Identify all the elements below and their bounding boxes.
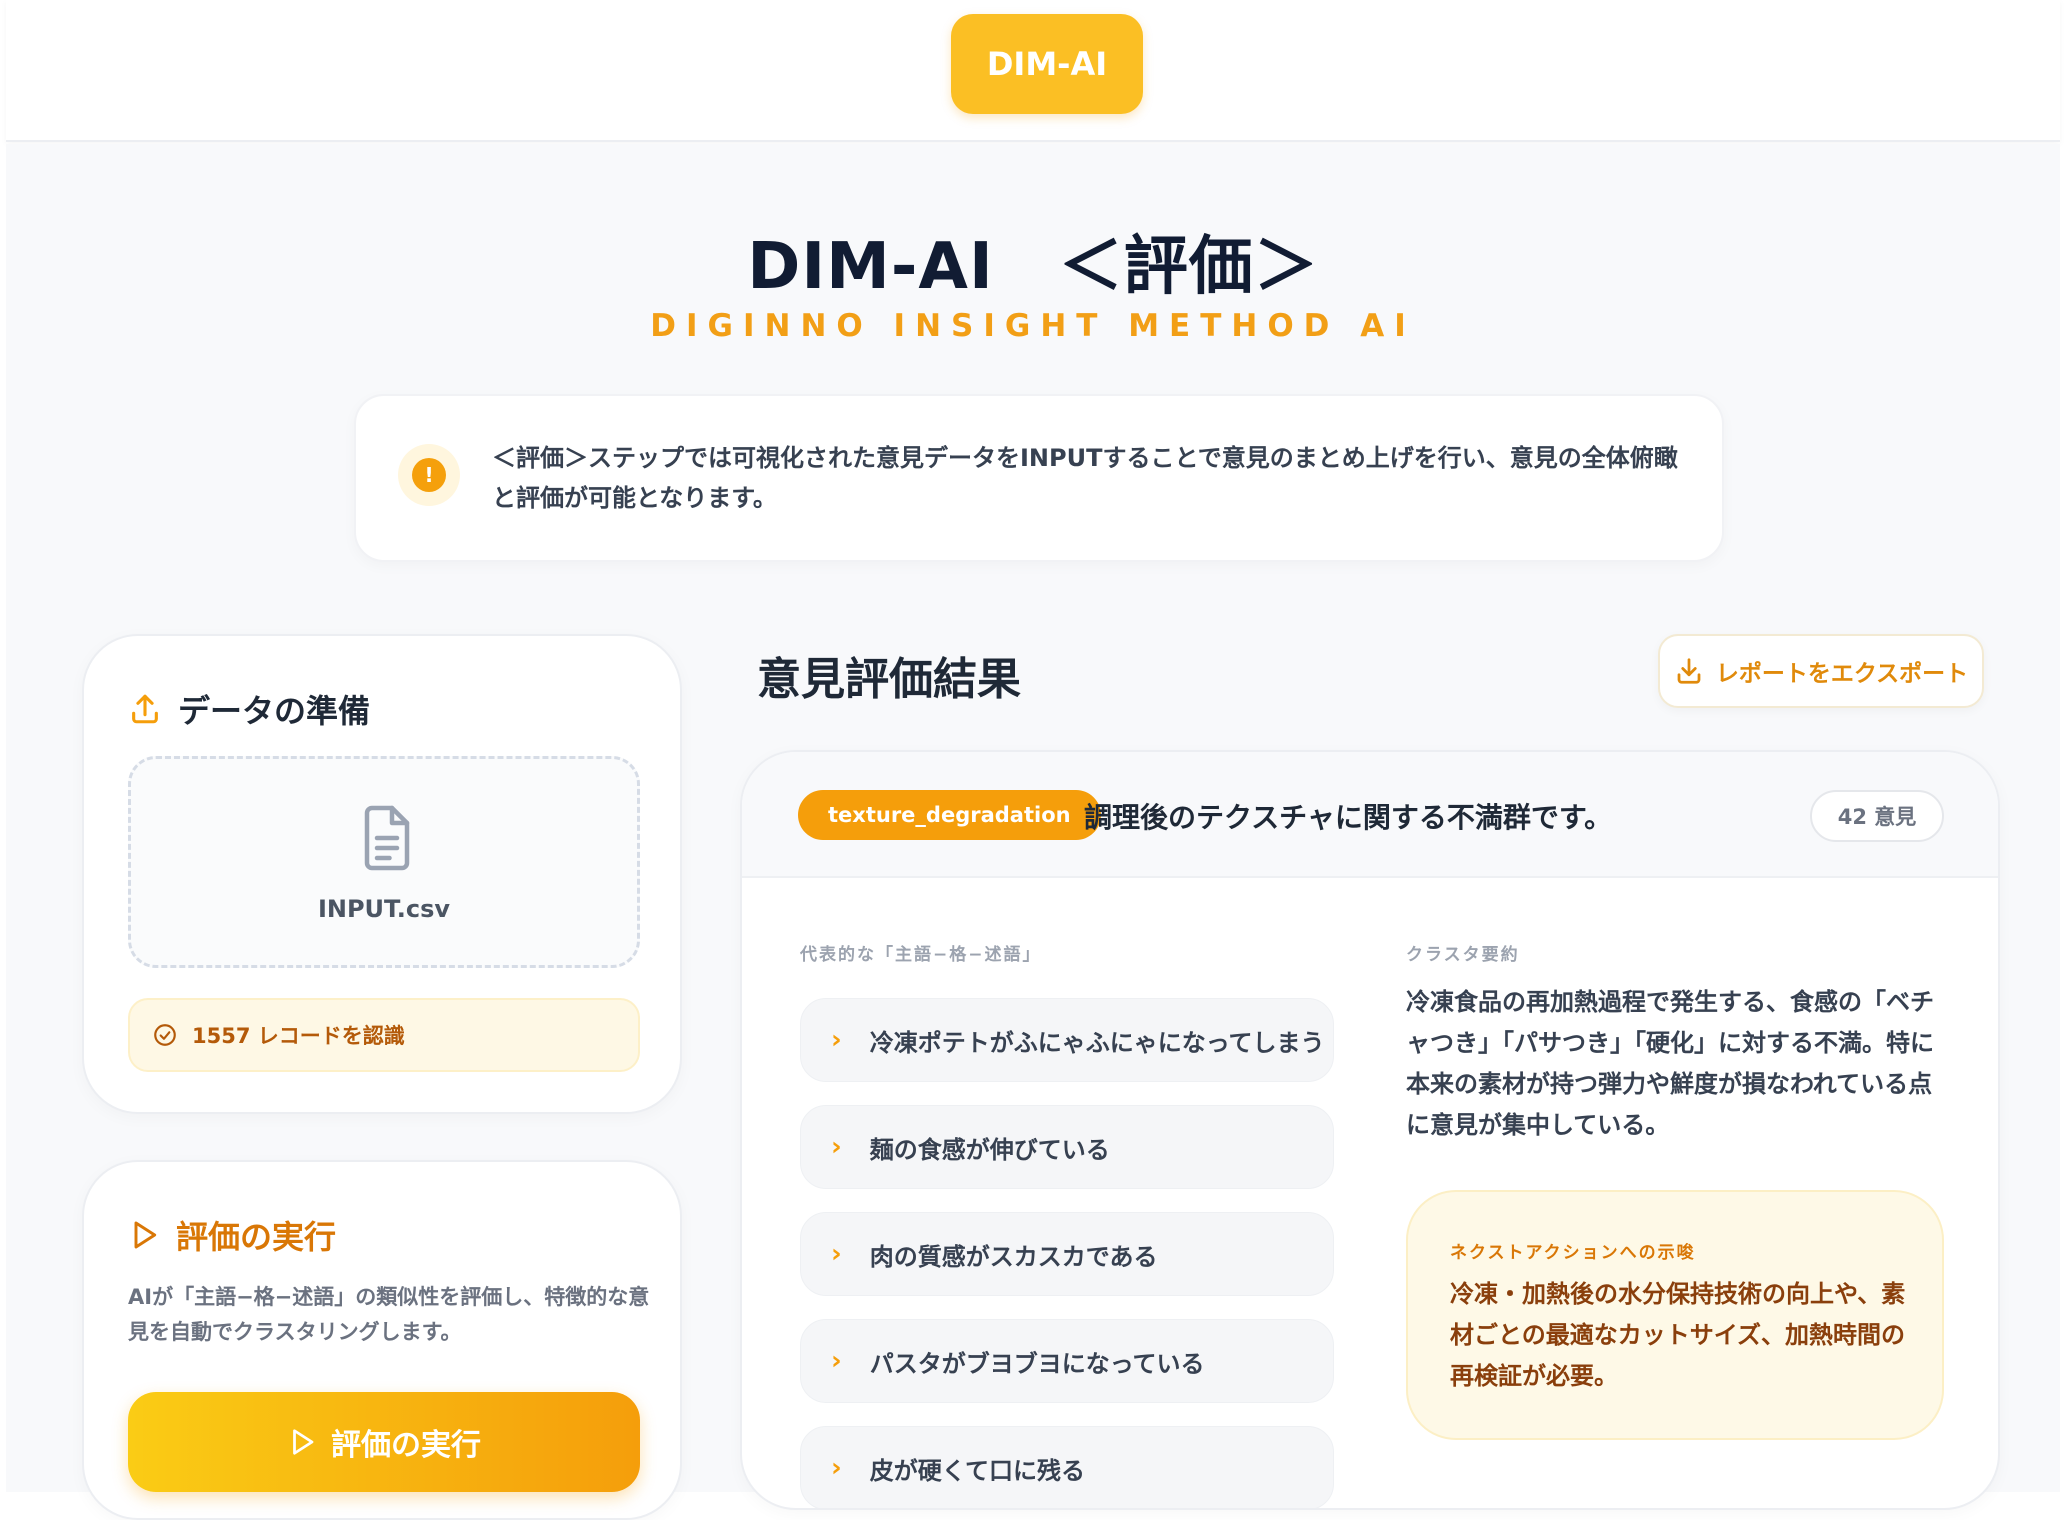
run-evaluation-label: 評価の実行: [331, 1428, 481, 1463]
run-evaluation-button[interactable]: 評価の実行: [128, 1392, 640, 1492]
chevron-right-icon: ›: [831, 1239, 842, 1269]
top-bar: DIM-AI: [6, 0, 2060, 142]
phrase-item[interactable]: › 肉の質感がスカスカである: [800, 1212, 1334, 1296]
phrase-text: 皮が硬くて口に残る: [869, 1456, 1085, 1485]
evaluation-heading: 評価の実行: [128, 1212, 336, 1258]
play-icon: [134, 1221, 157, 1249]
phrase-item[interactable]: › 皮が硬くて口に残る: [800, 1426, 1334, 1508]
phrase-text: 麺の食感が伸びている: [869, 1135, 1110, 1164]
file-dropzone[interactable]: INPUT.csv: [128, 756, 640, 968]
phrase-item[interactable]: › 麺の食感が伸びている: [800, 1105, 1334, 1189]
logo-button[interactable]: DIM-AI: [951, 14, 1143, 114]
evaluation-title: 評価の実行: [176, 1218, 337, 1256]
exclamation-icon: !: [412, 458, 446, 492]
opinion-count-badge: 42 意見: [1810, 790, 1944, 842]
summary-label: クラスタ要約: [1406, 945, 1520, 965]
cluster-summary: 冷凍食品の再加熱過程で発生する、食感の「ベチャつき」「パサつき」「硬化」に対する…: [1406, 988, 1934, 1139]
file-name: INPUT.csv: [317, 895, 451, 923]
next-action-label: ネクストアクションへの示唆: [1450, 1243, 1696, 1263]
phrase-item[interactable]: › 冷凍ポテトがふにゃふにゃになってしまう: [800, 998, 1334, 1082]
cluster-title: 調理後のテクスチャに関する不満群です。: [1084, 801, 1613, 834]
chevron-right-icon: ›: [831, 1025, 842, 1055]
evaluation-description: AIが「主語−格−述語」の類似性を評価し、特徴的な意見を自動でクラスタリングしま…: [128, 1285, 650, 1344]
phrases-label: 代表的な「主語−格−述語」: [800, 945, 1042, 965]
cluster-card: texture_degradation 調理後のテクスチャに関する不満群です。 …: [740, 750, 2000, 1510]
page-subtitle: DIGINNO INSIGHT METHOD AI: [650, 308, 1416, 344]
data-prep-heading: データの準備: [128, 686, 370, 732]
upload-icon: [132, 694, 158, 724]
export-report-button[interactable]: レポートをエクスポート: [1658, 634, 1984, 708]
results-title: 意見評価結果: [757, 654, 1021, 705]
next-action-text: 冷凍・加熱後の水分保持技術の向上や、素材ごとの最適なカットサイズ、加熱時間の再検…: [1450, 1280, 1906, 1390]
notice-text: ＜評価＞ステップでは可視化された意見データをINPUTすることで意見のまとめ上げ…: [492, 444, 1678, 512]
records-status-text: 1557 レコードを認識: [192, 1024, 405, 1048]
phrase-text: 冷凍ポテトがふにゃふにゃになってしまう: [869, 1028, 1325, 1057]
data-prep-card: データの準備 INPUT.csv 1557 レコードを認識: [82, 634, 682, 1114]
page-title: DIM-AI ＜評価＞: [747, 230, 1319, 304]
chevron-right-icon: ›: [831, 1132, 842, 1162]
cluster-tag: texture_degradation: [798, 790, 1101, 840]
chevron-right-icon: ›: [831, 1453, 842, 1483]
info-notice: ! ＜評価＞ステップでは可視化された意見データをINPUTすることで意見のまとめ…: [354, 394, 1724, 562]
evaluation-card: 評価の実行 AIが「主語−格−述語」の類似性を評価し、特徴的な意見を自動でクラス…: [82, 1160, 682, 1520]
phrase-text: パスタがブヨブヨになっている: [869, 1349, 1205, 1378]
next-action-box: ネクストアクションへの示唆 冷凍・加熱後の水分保持技術の向上や、素材ごとの最適な…: [1406, 1190, 1944, 1440]
records-status: 1557 レコードを認識: [128, 998, 640, 1072]
notice-icon-wrap: !: [398, 444, 460, 506]
phrase-item[interactable]: › パスタがブヨブヨになっている: [800, 1319, 1334, 1403]
file-icon: [364, 805, 410, 871]
phrase-text: 肉の質感がスカスカである: [869, 1242, 1158, 1271]
play-icon: [293, 1429, 314, 1455]
export-report-label: レポートをエクスポート: [1715, 661, 1969, 687]
data-prep-title: データの準備: [178, 692, 371, 730]
download-icon: [1677, 658, 1701, 684]
chevron-right-icon: ›: [831, 1346, 842, 1376]
check-circle-icon: [154, 1024, 176, 1046]
cluster-header: texture_degradation 調理後のテクスチャに関する不満群です。 …: [742, 752, 1998, 878]
